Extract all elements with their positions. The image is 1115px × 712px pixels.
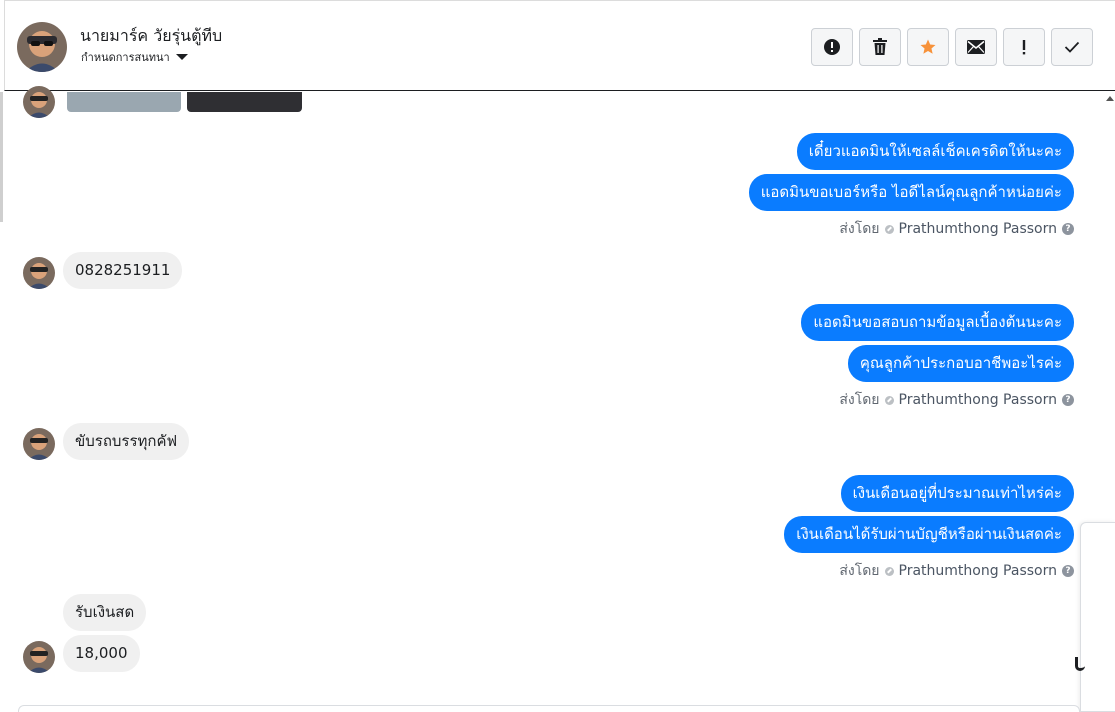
outgoing-message: คุณลูกค้าประกอบอาชีพอะไรค่ะ (847, 345, 1074, 382)
exclamation-icon (1022, 40, 1026, 55)
verified-icon (884, 395, 894, 405)
sent-by-label: ส่งโดย (839, 563, 880, 579)
star-button[interactable] (907, 28, 949, 66)
sent-by-label: ส่งโดย (839, 221, 880, 237)
incoming-message: 18,000 (63, 635, 140, 672)
sent-by-line: ส่งโดย Prathumthong Passorn ? (839, 560, 1074, 582)
message-composer[interactable] (18, 705, 1080, 712)
header-actions (811, 28, 1093, 66)
mark-unread-button[interactable] (955, 28, 997, 66)
hook-icon (1075, 657, 1085, 671)
contact-avatar-small (23, 428, 55, 460)
sent-by-agent[interactable]: Prathumthong Passorn (899, 221, 1057, 237)
image-attachment[interactable] (67, 92, 181, 112)
image-attachment[interactable] (187, 92, 302, 112)
outgoing-message: เดี๋ยวแอดมินให้เซลล์เช็คเครดิตให้นะคะ (796, 133, 1074, 170)
important-button[interactable] (1003, 28, 1045, 66)
trash-icon (873, 38, 887, 55)
done-button[interactable] (1051, 28, 1093, 66)
star-icon (920, 39, 936, 54)
sent-by-label: ส่งโดย (839, 392, 880, 408)
check-icon (1064, 41, 1080, 53)
contact-avatar-small (23, 641, 55, 673)
incoming-message: 0828251911 (63, 252, 183, 289)
envelope-icon (967, 40, 985, 54)
help-icon[interactable]: ? (1062, 223, 1074, 235)
conversation-header: นายมาร์ค วัยรุ่นตู้ทีบ กำหนดการสนทนา (4, 0, 1115, 91)
sent-by-agent[interactable]: Prathumthong Passorn (899, 563, 1057, 579)
message-list: เดี๋ยวแอดมินให้เซลล์เช็คเครดิตให้นะคะ แอ… (0, 86, 1115, 712)
contact-avatar-small (23, 257, 55, 289)
sent-by-line: ส่งโดย Prathumthong Passorn ? (839, 218, 1074, 240)
incoming-message: ขับรถบรรทุกคัฟ (63, 423, 190, 460)
verified-icon (884, 566, 894, 576)
contact-name: นายมาร์ค วัยรุ่นตู้ทีบ (80, 26, 223, 45)
outgoing-message: เงินเดือนอยู่ที่ประมาณเท่าไหร่ค่ะ (840, 475, 1074, 512)
side-panel-collapsed[interactable] (1075, 522, 1115, 712)
outgoing-message: เงินเดือนได้รับผ่านบัญชีหรือผ่านเงินสดค่… (784, 516, 1074, 553)
outgoing-message: แอดมินขอสอบถามข้อมูลเบื้องต้นนะคะ (801, 304, 1074, 341)
sent-by-line: ส่งโดย Prathumthong Passorn ? (839, 389, 1074, 411)
verified-icon (884, 224, 894, 234)
help-icon[interactable]: ? (1062, 565, 1074, 577)
sent-by-agent[interactable]: Prathumthong Passorn (899, 392, 1057, 408)
report-button[interactable] (811, 28, 853, 66)
contact-avatar-small (23, 86, 55, 118)
conversation-schedule-dropdown[interactable]: กำหนดการสนทนา (81, 48, 188, 66)
incoming-message: รับเงินสด (63, 594, 147, 631)
inbox-conversation: นายมาร์ค วัยรุ่นตู้ทีบ กำหนดการสนทนา เดี… (0, 0, 1115, 712)
alert-circle-icon (824, 39, 840, 55)
schedule-label: กำหนดการสนทนา (81, 51, 170, 64)
help-icon[interactable]: ? (1062, 394, 1074, 406)
chevron-down-icon (175, 54, 188, 60)
contact-avatar[interactable] (17, 22, 67, 72)
delete-button[interactable] (859, 28, 901, 66)
outgoing-message: แอดมินขอเบอร์หรือ ไอดีไลน์คุณลูกค้าหน่อย… (748, 174, 1074, 211)
